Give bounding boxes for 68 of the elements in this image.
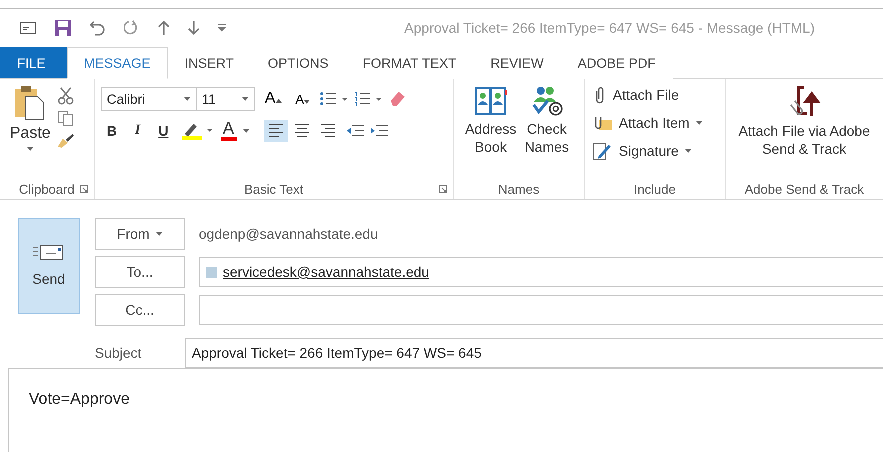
- bold-button[interactable]: B: [101, 121, 124, 141]
- paperclip-upload-icon: [788, 85, 822, 119]
- highlighter-icon[interactable]: [180, 122, 215, 140]
- paste-button[interactable]: Paste: [10, 85, 51, 151]
- envelope-icon: [33, 245, 65, 261]
- address-book-button[interactable]: Address Book: [465, 85, 517, 156]
- italic-button[interactable]: I: [129, 121, 147, 141]
- attach-item-icon: [593, 114, 613, 132]
- file-button[interactable]: Attach File: [589, 81, 684, 109]
- send-button[interactable]: Send: [18, 218, 80, 314]
- message-body[interactable]: Vote=Approve: [8, 368, 883, 452]
- signature-icon: [593, 141, 613, 161]
- from-address: ogdenp@savannahstate.edu: [199, 226, 378, 242]
- font-color-button[interactable]: A: [220, 121, 237, 141]
- ribbon-tab[interactable]: MESSAGE: [67, 47, 168, 79]
- subject-field[interactable]: Approval Ticket= 266 ItemType= 647 WS= 645: [185, 338, 883, 368]
- shrink-font-button[interactable]: A: [292, 88, 314, 110]
- redo-icon[interactable]: [124, 20, 140, 36]
- caret-icon: [242, 129, 250, 133]
- subject-label: Subject: [95, 345, 143, 361]
- group-label: Basic Text: [244, 182, 304, 196]
- indent-icon[interactable]: [370, 124, 388, 138]
- caret-icon: [242, 97, 249, 101]
- caret-icon: [184, 97, 191, 101]
- group-label: Names: [498, 182, 540, 196]
- copy-icon[interactable]: [58, 111, 74, 127]
- align-icon: [320, 123, 336, 139]
- eraser-icon[interactable]: [388, 91, 406, 107]
- envelope-icon[interactable]: [20, 22, 36, 34]
- align-icon: [294, 123, 310, 139]
- group-label: Adobe Send & Track: [744, 182, 864, 196]
- numbering-icon[interactable]: [354, 92, 382, 106]
- undo-icon[interactable]: [90, 20, 106, 36]
- down-arrow-icon[interactable]: [188, 20, 200, 36]
- signature-button[interactable]: Signature: [589, 137, 696, 165]
- file-tab[interactable]: FILE: [0, 47, 67, 78]
- to-button[interactable]: To...: [95, 256, 185, 288]
- check-names-button[interactable]: Check Names: [521, 85, 573, 156]
- underline-button[interactable]: U: [152, 121, 175, 141]
- save-icon[interactable]: [54, 19, 72, 37]
- customize-icon[interactable]: [218, 23, 226, 33]
- window-title: Approval Ticket= 266 ItemType= 647 WS= 645 - Message (HTML): [404, 20, 815, 36]
- font-size-dropdown[interactable]: 11: [197, 87, 255, 111]
- check-names-icon: [530, 85, 564, 117]
- down-triangle-icon: [304, 100, 310, 104]
- dialog-launcher-icon[interactable]: [80, 185, 88, 193]
- dialog-launcher-icon[interactable]: [439, 185, 447, 193]
- format-painter-icon[interactable]: [56, 133, 75, 149]
- group-label: Clipboard: [19, 182, 75, 196]
- item-button[interactable]: Attach Item: [589, 109, 707, 137]
- clipboard-icon: [14, 85, 46, 121]
- outdent-icon[interactable]: [346, 124, 364, 138]
- grow-font-button[interactable]: A: [261, 87, 286, 111]
- align-button[interactable]: [264, 120, 288, 142]
- cc-button[interactable]: Cc...: [95, 294, 185, 326]
- align-icon: [268, 123, 284, 139]
- up-triangle-icon: [276, 99, 282, 103]
- from-button[interactable]: From: [95, 218, 185, 250]
- group-label: Include: [634, 182, 676, 196]
- cc-field[interactable]: [199, 295, 883, 325]
- up-arrow-icon[interactable]: [158, 20, 170, 36]
- adobe-attach-button[interactable]: Attach File via Adobe Send & Track: [736, 85, 872, 158]
- font-name-dropdown[interactable]: Calibri: [101, 87, 197, 111]
- caret-icon: [26, 147, 34, 151]
- cut-icon[interactable]: [58, 87, 74, 105]
- address-book-icon: [474, 85, 508, 117]
- bullets-icon[interactable]: [320, 92, 348, 106]
- to-field[interactable]: servicedesk@savannahstate.edu: [199, 257, 883, 287]
